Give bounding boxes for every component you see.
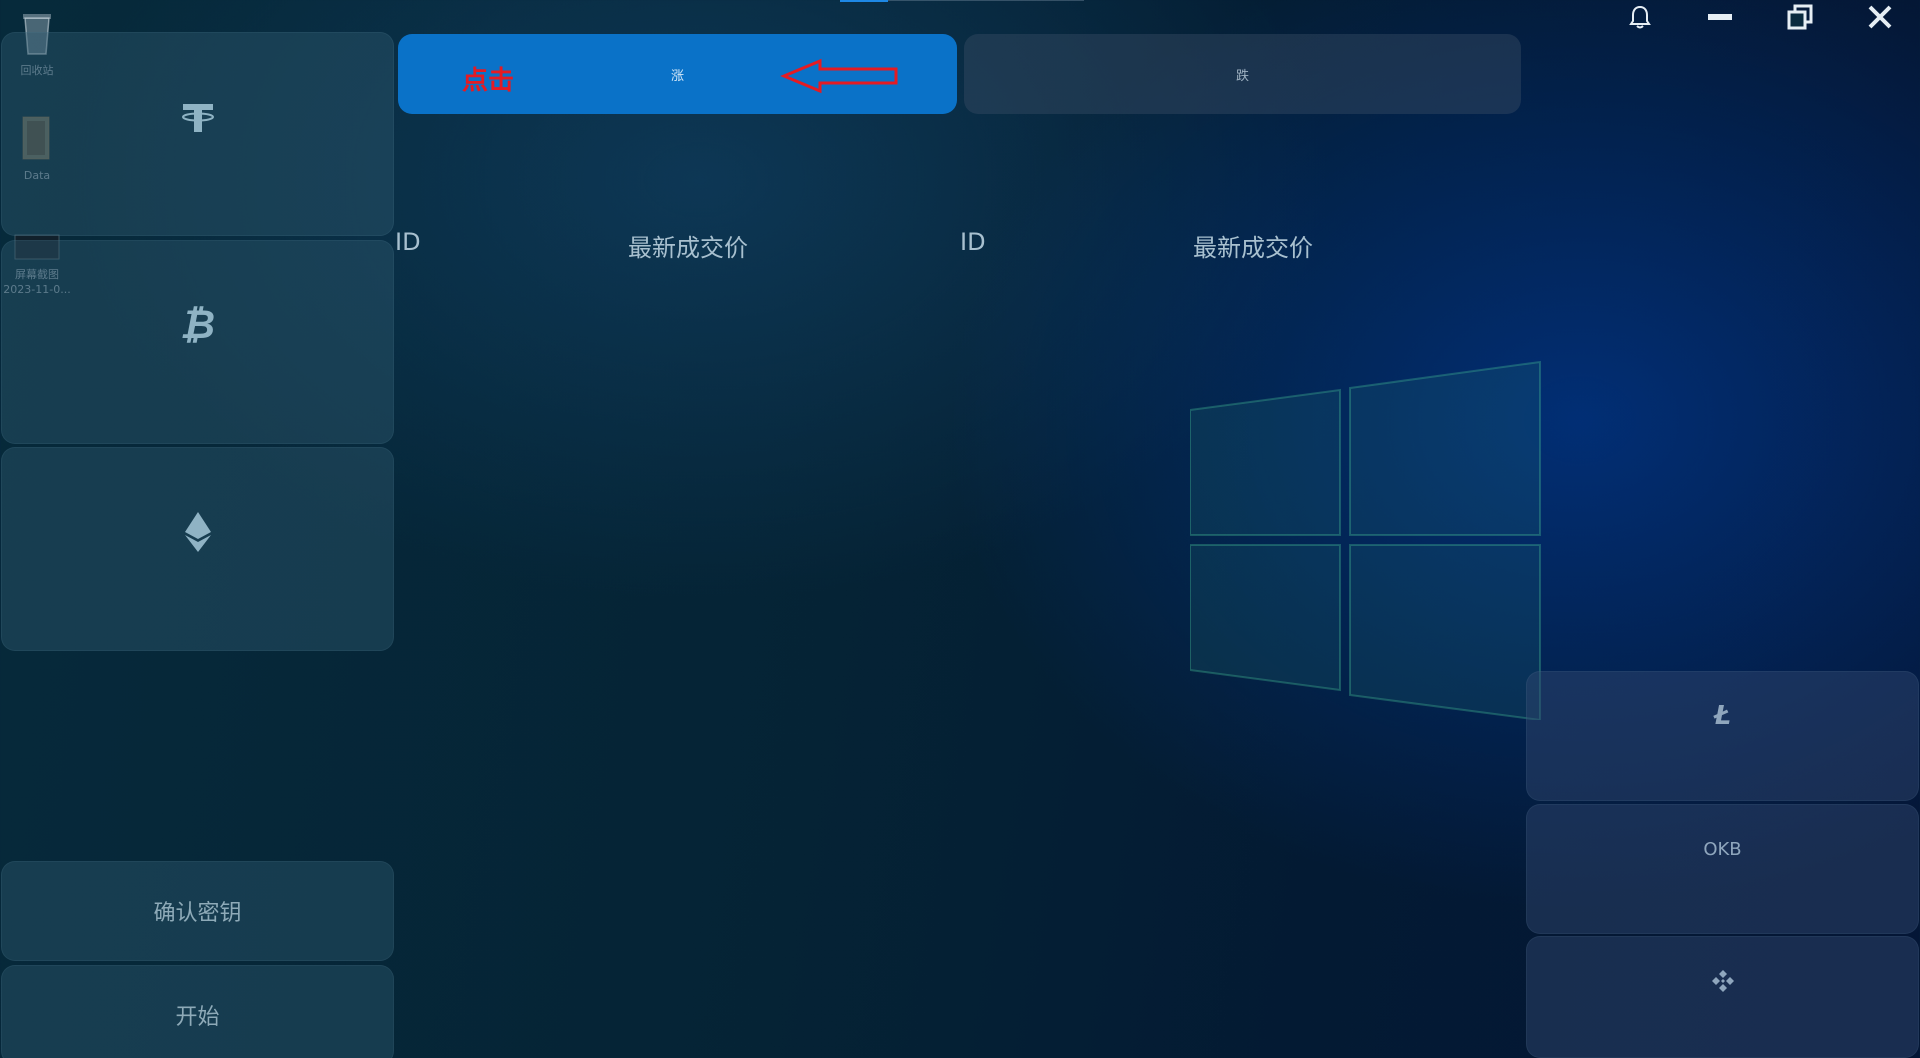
coin-card-bnb[interactable] bbox=[1526, 936, 1919, 1058]
fall-toggle-button[interactable]: 跌 bbox=[964, 34, 1521, 114]
coin-card-eth[interactable] bbox=[1, 447, 394, 651]
tether-icon bbox=[176, 95, 220, 139]
bitcoin-icon: ₿ bbox=[179, 302, 216, 348]
annotation-arrow-icon bbox=[780, 58, 898, 94]
top-tab-line bbox=[888, 0, 1084, 1]
litecoin-icon: Ł bbox=[1713, 701, 1732, 731]
close-icon[interactable] bbox=[1860, 2, 1900, 32]
coin-card-btc[interactable]: ₿ bbox=[1, 240, 394, 444]
left-table-header-price: 最新成交价 bbox=[628, 234, 748, 262]
rise-label: 涨 bbox=[670, 68, 684, 84]
okb-label: OKB bbox=[1703, 838, 1742, 860]
right-table-header-id: ID bbox=[960, 228, 986, 256]
coin-card-usdt[interactable] bbox=[1, 32, 394, 236]
ethereum-icon bbox=[176, 510, 220, 554]
bell-icon[interactable] bbox=[1620, 2, 1660, 32]
start-button[interactable]: 开始 bbox=[1, 965, 394, 1058]
minimize-icon[interactable] bbox=[1700, 2, 1740, 32]
left-table-header-id: ID bbox=[395, 228, 421, 256]
confirm-key-button[interactable]: 确认密钥 bbox=[1, 861, 394, 961]
fall-label: 跌 bbox=[1235, 68, 1249, 84]
right-table-header-price: 最新成交价 bbox=[1193, 234, 1313, 262]
start-label: 开始 bbox=[175, 1005, 220, 1030]
windows-logo-wallpaper bbox=[1190, 360, 1541, 720]
coin-card-okb[interactable]: OKB bbox=[1526, 804, 1919, 934]
restore-icon[interactable] bbox=[1780, 2, 1820, 32]
confirm-key-label: 确认密钥 bbox=[153, 901, 242, 926]
coin-card-ltc[interactable]: Ł bbox=[1526, 671, 1919, 801]
bnb-icon bbox=[1710, 967, 1736, 995]
click-annotation-text: 点击 bbox=[462, 66, 515, 96]
top-tab-indicator bbox=[840, 0, 888, 2]
